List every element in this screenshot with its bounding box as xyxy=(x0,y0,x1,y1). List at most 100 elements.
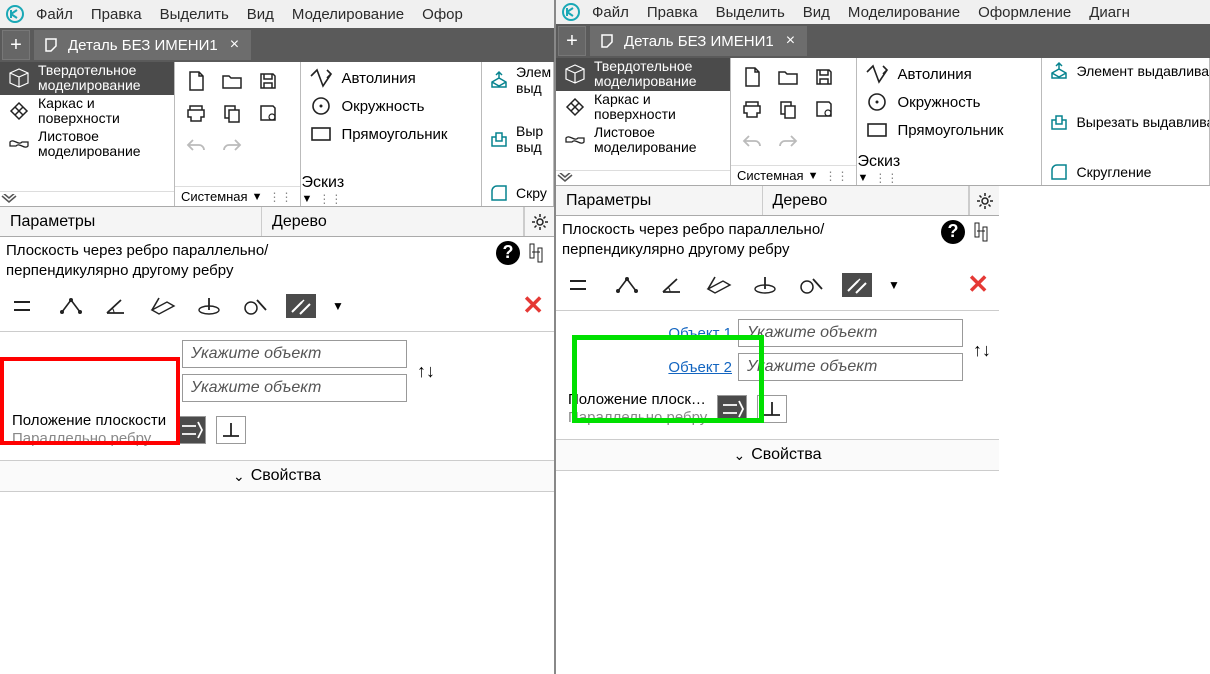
mode-wireframe[interactable]: Каркас и поверхности xyxy=(0,95,174,128)
plane-3points-icon[interactable] xyxy=(56,294,86,318)
menu-view[interactable]: Вид xyxy=(239,4,282,25)
menu-file[interactable]: Файл xyxy=(584,2,637,23)
object2-input[interactable]: Укажите объект xyxy=(182,374,407,402)
help-icon[interactable]: ? xyxy=(496,241,520,265)
cmd-rectangle[interactable]: Прямоугольник xyxy=(309,122,473,146)
open-doc-icon[interactable] xyxy=(775,64,801,90)
tab-tree[interactable]: Дерево xyxy=(763,186,970,215)
menu-file[interactable]: Файл xyxy=(28,4,81,25)
cmd-rectangle[interactable]: Прямоугольник xyxy=(865,118,1033,142)
mode-wireframe[interactable]: Каркас и поверхности xyxy=(556,91,730,124)
group-sketch-handle-icon[interactable]: ⋮⋮ xyxy=(316,192,344,206)
undo-icon[interactable] xyxy=(739,128,765,154)
redo-icon[interactable] xyxy=(219,132,245,158)
object1-input[interactable]: Укажите объект xyxy=(182,340,407,368)
open-doc-icon[interactable] xyxy=(219,68,245,94)
mode-solid[interactable]: Твердотельное моделирование xyxy=(0,62,174,95)
new-tab-button[interactable]: + xyxy=(558,26,586,56)
properties-expander[interactable]: ⌄ Свойства xyxy=(0,460,554,492)
modes-expand-icon[interactable] xyxy=(556,170,730,185)
new-doc-icon[interactable] xyxy=(739,64,765,90)
object1-input[interactable]: Укажите объект xyxy=(738,319,963,347)
plane-angle-icon[interactable] xyxy=(102,294,132,318)
pin-panel-icon[interactable] xyxy=(969,220,993,244)
menu-model[interactable]: Моделирование xyxy=(840,2,968,23)
plane-dropdown-icon[interactable]: ▼ xyxy=(888,278,900,292)
plane-tangent-icon[interactable] xyxy=(796,273,826,297)
plane-normal-icon[interactable] xyxy=(750,273,780,297)
menu-edit[interactable]: Правка xyxy=(83,4,150,25)
group-system-handle-icon[interactable]: ⋮⋮ xyxy=(822,169,850,183)
cmd-extrude[interactable]: Элемвыд xyxy=(488,64,547,96)
cancel-command-icon[interactable]: ✕ xyxy=(522,290,544,321)
cmd-circle[interactable]: Окружность xyxy=(309,94,473,118)
close-tab-icon[interactable]: × xyxy=(226,36,243,54)
redo-icon[interactable] xyxy=(775,128,801,154)
plane-edge-parallel-icon[interactable] xyxy=(842,273,872,297)
copy-icon[interactable] xyxy=(775,96,801,122)
document-tab[interactable]: Деталь БЕЗ ИМЕНИ1 × xyxy=(590,26,807,56)
plane-edge-parallel-icon[interactable] xyxy=(286,294,316,318)
plane-angle-icon[interactable] xyxy=(658,273,688,297)
save-doc-icon[interactable] xyxy=(255,68,281,94)
plane-tangent-icon[interactable] xyxy=(240,294,270,318)
menu-select[interactable]: Выделить xyxy=(708,2,793,23)
plane-normal-icon[interactable] xyxy=(194,294,224,318)
plane-through-edge-icon[interactable] xyxy=(148,294,178,318)
plane-offset-icon[interactable] xyxy=(566,273,596,297)
option-perpendicular-icon[interactable] xyxy=(216,416,246,444)
menu-diag[interactable]: Диагн xyxy=(1081,2,1138,23)
properties-expander[interactable]: ⌄ Свойства xyxy=(556,439,999,471)
new-doc-icon[interactable] xyxy=(183,68,209,94)
cmd-circle[interactable]: Окружность xyxy=(865,90,1033,114)
swap-objects-icon[interactable]: ↑↓ xyxy=(969,340,995,361)
group-sketch-dropdown-icon[interactable]: ▼ xyxy=(857,172,868,184)
group-system-dropdown-icon[interactable]: ▼ xyxy=(252,191,263,203)
new-tab-button[interactable]: + xyxy=(2,30,30,60)
tab-tree[interactable]: Дерево xyxy=(262,207,524,236)
object2-input[interactable]: Укажите объект xyxy=(738,353,963,381)
group-sketch-dropdown-icon[interactable]: ▼ xyxy=(301,193,312,205)
help-icon[interactable]: ? xyxy=(941,220,965,244)
modes-expand-icon[interactable] xyxy=(0,191,174,206)
save-as-icon[interactable] xyxy=(811,96,837,122)
document-tab[interactable]: Деталь БЕЗ ИМЕНИ1 × xyxy=(34,30,251,60)
panel-settings-icon[interactable] xyxy=(969,186,999,215)
swap-objects-icon[interactable]: ↑↓ xyxy=(413,361,439,382)
pin-panel-icon[interactable] xyxy=(524,241,548,265)
copy-icon[interactable] xyxy=(219,100,245,126)
cmd-autoline[interactable]: Автолиния xyxy=(865,62,1033,86)
plane-dropdown-icon[interactable]: ▼ xyxy=(332,299,344,313)
tab-parameters[interactable]: Параметры xyxy=(556,186,763,215)
mode-solid[interactable]: Твердотельное моделирование xyxy=(556,58,730,91)
option-parallel-icon[interactable] xyxy=(176,416,206,444)
cmd-cut-extrude[interactable]: Вырезать выдавливанием xyxy=(1048,111,1203,133)
tab-parameters[interactable]: Параметры xyxy=(0,207,262,236)
group-system-dropdown-icon[interactable]: ▼ xyxy=(808,170,819,182)
menu-view[interactable]: Вид xyxy=(795,2,838,23)
save-doc-icon[interactable] xyxy=(811,64,837,90)
undo-icon[interactable] xyxy=(183,132,209,158)
cancel-command-icon[interactable]: ✕ xyxy=(967,269,989,300)
plane-offset-icon[interactable] xyxy=(10,294,40,318)
plane-3points-icon[interactable] xyxy=(612,273,642,297)
cmd-autoline[interactable]: Автолиния xyxy=(309,66,473,90)
mode-sheetmetal[interactable]: Листовое моделирование xyxy=(556,124,730,157)
cmd-extrude[interactable]: Элемент выдавливания xyxy=(1048,60,1203,82)
cmd-cut-extrude[interactable]: Вырвыд xyxy=(488,123,547,155)
menu-format[interactable]: Оформление xyxy=(970,2,1079,23)
print-icon[interactable] xyxy=(183,100,209,126)
menu-model[interactable]: Моделирование xyxy=(284,4,412,25)
menu-select[interactable]: Выделить xyxy=(152,4,237,25)
print-icon[interactable] xyxy=(739,96,765,122)
group-sketch-handle-icon[interactable]: ⋮⋮ xyxy=(872,171,900,185)
menu-format[interactable]: Офор xyxy=(414,4,471,25)
close-tab-icon[interactable]: × xyxy=(782,32,799,50)
panel-settings-icon[interactable] xyxy=(524,207,554,236)
mode-sheetmetal[interactable]: Листовое моделирование xyxy=(0,128,174,161)
cmd-fillet[interactable]: Скругление xyxy=(1048,161,1203,183)
menu-edit[interactable]: Правка xyxy=(639,2,706,23)
save-as-icon[interactable] xyxy=(255,100,281,126)
plane-through-edge-icon[interactable] xyxy=(704,273,734,297)
cmd-fillet[interactable]: Скру xyxy=(488,182,547,204)
